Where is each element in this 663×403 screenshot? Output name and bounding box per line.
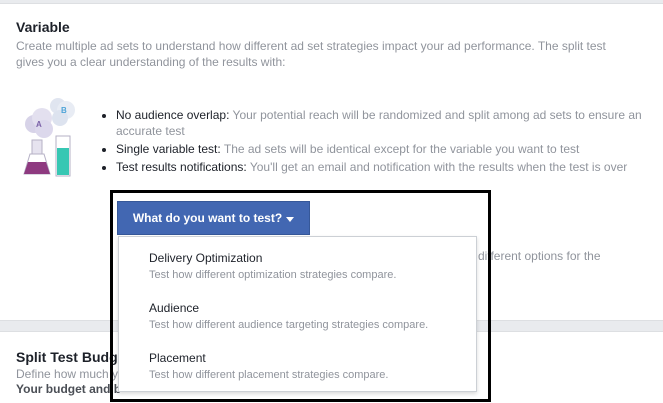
menu-item-title: Placement (149, 351, 206, 365)
split-test-illustration: A B (23, 98, 75, 177)
caret-down-icon (286, 216, 295, 222)
variable-description: Create multiple ad sets to understand ho… (16, 39, 606, 69)
bullet-text: You'll get an email and notification wit… (249, 160, 628, 174)
flask-icon (23, 139, 51, 175)
test-tube-icon (55, 135, 71, 177)
dropdown-label: What do you want to test? (132, 211, 283, 225)
menu-item-delivery-optimization[interactable]: Delivery Optimization Test how different… (149, 251, 469, 282)
menu-item-description: Test how different placement strategies … (149, 369, 389, 381)
menu-item-audience[interactable]: Audience Test how different audience tar… (149, 301, 469, 332)
budget-description-bold: Your budget and b (16, 382, 122, 396)
variable-title: Variable (16, 19, 70, 35)
menu-item-title: Audience (149, 301, 200, 315)
feature-list: No audience overlap: Your potential reac… (102, 107, 663, 177)
bullet-label: No audience overlap: (116, 108, 230, 122)
bubble-a-label: A (36, 120, 42, 129)
menu-item-description: Test how different optimization strategi… (149, 269, 397, 281)
menu-item-title: Delivery Optimization (149, 251, 263, 265)
test-variable-menu: Delivery Optimization Test how different… (118, 236, 477, 392)
list-item: Test results notifications: You'll get a… (116, 159, 663, 175)
list-item: Single variable test: The ad sets will b… (116, 141, 663, 157)
hidden-side-text: different options for the (478, 249, 601, 263)
bullet-label: Single variable test: (116, 142, 221, 156)
bullet-text: The ad sets will be identical except for… (223, 142, 580, 156)
budget-title: Split Test Budg (16, 349, 118, 365)
test-variable-dropdown-button[interactable]: What do you want to test? (117, 201, 310, 235)
menu-item-placement[interactable]: Placement Test how different placement s… (149, 351, 469, 382)
budget-description: Define how much y (16, 367, 119, 381)
bubble-b-label: B (61, 106, 67, 115)
bullet-label: Test results notifications: (116, 160, 247, 174)
list-item: No audience overlap: Your potential reac… (116, 107, 663, 139)
menu-item-description: Test how different audience targeting st… (149, 319, 429, 331)
